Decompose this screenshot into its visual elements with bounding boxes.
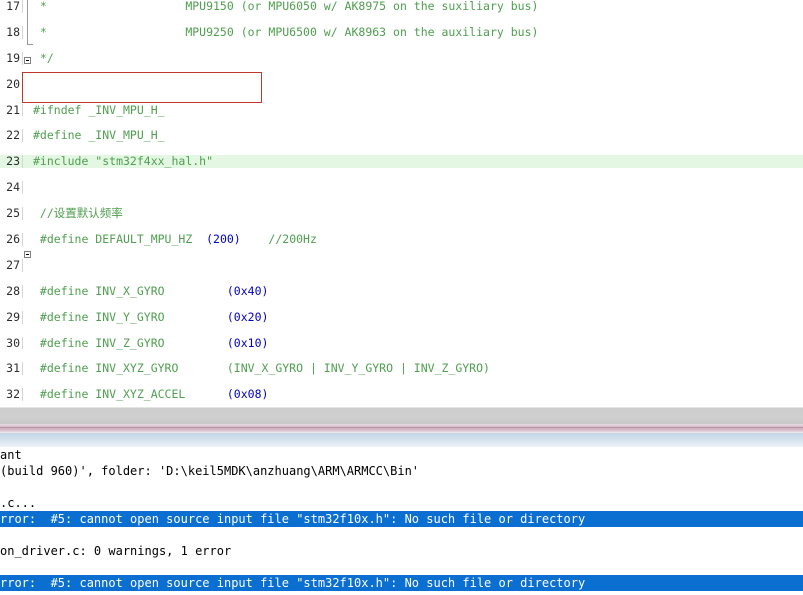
code-line[interactable]: 17 * MPU9150 (or MPU6050 w/ AK8975 on th… xyxy=(0,0,803,13)
gutter-divider xyxy=(21,181,23,195)
gutter-divider xyxy=(21,310,23,324)
code-line[interactable]: 21 #ifndef _INV_MPU_H_ xyxy=(0,102,803,117)
fold-line-comment-end xyxy=(27,44,33,45)
code-text: #define INV_XYZ_GYRO (INV_X_GYRO | INV_Y… xyxy=(33,361,490,376)
code-text: //设置默认频率 xyxy=(33,206,123,221)
code-line[interactable]: 24 xyxy=(0,180,803,195)
code-line[interactable]: 19 */ xyxy=(0,50,803,65)
code-text: #define INV_XYZ_ACCEL (0x08) xyxy=(33,387,269,402)
build-output-line[interactable]: ant xyxy=(0,447,803,463)
code-text: #define INV_Y_GYRO (0x20) xyxy=(33,309,269,324)
code-lines-container[interactable]: 17 * MPU9150 (or MPU6050 w/ AK8975 on th… xyxy=(0,0,803,402)
build-output-lines[interactable]: ant (build 960)', folder: 'D:\keil5MDK\an… xyxy=(0,447,803,591)
line-number: 32 xyxy=(6,387,20,402)
gutter-divider xyxy=(21,207,23,221)
line-number: 18 xyxy=(6,24,20,39)
pane-splitter[interactable] xyxy=(0,424,803,433)
line-number: 25 xyxy=(6,206,20,221)
code-line[interactable]: 22 #define _INV_MPU_H_ xyxy=(0,128,803,143)
code-line[interactable]: 30 #define INV_Z_GYRO (0x10) xyxy=(0,335,803,350)
build-output-line[interactable]: on_driver.c: 0 warnings, 1 error xyxy=(0,543,803,559)
code-line[interactable]: 27 xyxy=(0,257,803,272)
build-output-line[interactable]: (build 960)', folder: 'D:\keil5MDK\anzhu… xyxy=(0,463,803,479)
code-line[interactable]: 29 #define INV_Y_GYRO (0x20) xyxy=(0,309,803,324)
code-line[interactable]: 23 #include "stm32f4xx_hal.h" xyxy=(0,154,803,169)
gutter-divider xyxy=(21,25,23,39)
build-error-line[interactable]: rror: #5: cannot open source input file … xyxy=(0,575,803,591)
code-line[interactable]: 28 #define INV_X_GYRO (0x40) xyxy=(0,283,803,298)
gutter-divider xyxy=(21,0,23,13)
code-text: #define INV_Z_GYRO (0x10) xyxy=(33,335,269,350)
build-output-pane[interactable]: ant (build 960)', folder: 'D:\keil5MDK\an… xyxy=(0,433,803,595)
line-number: 29 xyxy=(6,309,20,324)
gutter-divider xyxy=(21,284,23,298)
gutter-divider xyxy=(21,362,23,376)
gutter-divider xyxy=(21,51,23,65)
code-text: */ xyxy=(33,50,54,65)
build-output-line[interactable]: .c... xyxy=(0,495,803,511)
line-number: 19 xyxy=(6,50,20,65)
gutter-divider xyxy=(21,336,23,350)
keil-uvision-window: 17 * MPU9150 (or MPU6050 w/ AK8975 on th… xyxy=(0,0,803,595)
line-number: 22 xyxy=(6,128,20,143)
gutter-divider xyxy=(21,129,23,143)
build-output-header-bar xyxy=(0,433,803,447)
line-number: 17 xyxy=(6,0,20,13)
code-text: #define DEFAULT_MPU_HZ (200) //200Hz xyxy=(33,231,317,246)
build-output-line[interactable] xyxy=(0,527,803,543)
code-line[interactable]: 26 #define DEFAULT_MPU_HZ (200) //200Hz xyxy=(0,233,803,246)
code-text: * MPU9250 (or MPU6500 w/ AK8963 on the a… xyxy=(33,24,539,39)
code-editor-pane[interactable]: 17 * MPU9150 (or MPU6050 w/ AK8975 on th… xyxy=(0,0,803,407)
code-text: * MPU9150 (or MPU6050 w/ AK8975 on the s… xyxy=(33,0,539,13)
line-number: 26 xyxy=(6,231,20,246)
gutter-divider xyxy=(21,388,23,402)
code-text: #define _INV_MPU_H_ xyxy=(33,128,165,143)
gutter-divider xyxy=(21,155,23,169)
code-text: #include "stm32f4xx_hal.h" xyxy=(33,154,214,169)
code-line[interactable]: 18 * MPU9250 (or MPU6500 w/ AK8963 on th… xyxy=(0,24,803,39)
fold-toggle-ifndef[interactable] xyxy=(24,56,31,64)
gutter-divider xyxy=(21,232,23,246)
line-number: 23 xyxy=(6,154,20,169)
code-line[interactable]: 20 xyxy=(0,76,803,91)
code-line[interactable]: 31 #define INV_XYZ_GYRO (INV_X_GYRO | IN… xyxy=(0,361,803,376)
fold-line-comment xyxy=(27,0,28,44)
fold-toggle-struct[interactable] xyxy=(24,250,31,258)
build-output-line[interactable] xyxy=(0,559,803,575)
line-number: 24 xyxy=(6,180,20,195)
pane-splitter-line xyxy=(0,427,803,428)
code-line[interactable]: 32 #define INV_XYZ_ACCEL (0x08) xyxy=(0,387,803,402)
build-error-line[interactable]: rror: #5: cannot open source input file … xyxy=(0,511,803,527)
gutter-divider xyxy=(21,77,23,91)
build-output-line[interactable] xyxy=(0,479,803,495)
code-text: #define INV_X_GYRO (0x40) xyxy=(33,283,269,298)
line-number: 31 xyxy=(6,361,20,376)
editor-horizontal-scrollbar[interactable] xyxy=(0,407,803,424)
line-number: 21 xyxy=(6,102,20,117)
line-number: 20 xyxy=(6,76,20,91)
gutter-divider xyxy=(21,258,23,272)
line-number: 27 xyxy=(6,257,20,272)
line-number: 28 xyxy=(6,283,20,298)
line-number: 30 xyxy=(6,335,20,350)
gutter-divider xyxy=(21,103,23,117)
code-text: #ifndef _INV_MPU_H_ xyxy=(33,102,165,117)
code-line[interactable]: 25 //设置默认频率 xyxy=(0,206,803,221)
